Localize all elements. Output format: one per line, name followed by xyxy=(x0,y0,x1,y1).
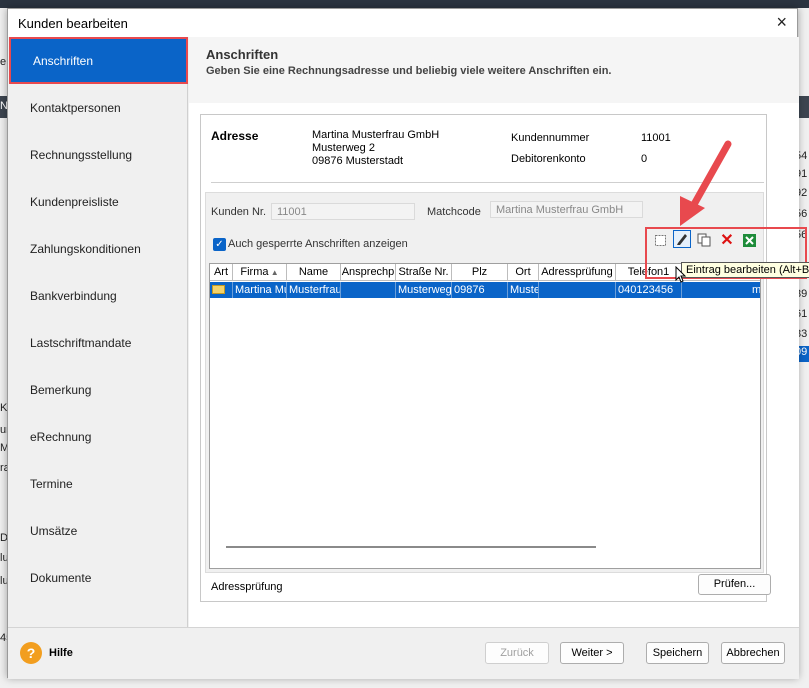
cell-adresspruefung[interactable] xyxy=(539,282,616,298)
sidebar-item-kundenpreisliste[interactable]: Kundenpreisliste xyxy=(8,178,188,225)
adresspruefung-label: Adressprüfung xyxy=(211,581,283,593)
sidebar-item-lastschriftmandate[interactable]: Lastschriftmandate xyxy=(8,319,188,366)
address-label: Adresse xyxy=(211,129,259,143)
dialog-footer: ? Hilfe Zurück Weiter > Speichern Abbrec… xyxy=(8,627,799,679)
sidebar-item-zahlungskonditionen[interactable]: Zahlungskonditionen xyxy=(8,225,188,272)
kunden-bearbeiten-dialog: Kunden bearbeiten × Anschriften Kontaktp… xyxy=(7,8,799,679)
cell-extra[interactable]: m xyxy=(750,282,760,298)
help-icon[interactable]: ? xyxy=(20,642,42,664)
address-line: 09876 Musterstadt xyxy=(312,155,404,167)
sidebar-nav: Anschriften Kontaktpersonen Rechnungsste… xyxy=(8,37,188,627)
weiter-button[interactable]: Weiter > xyxy=(560,642,624,664)
mail-icon xyxy=(210,282,233,298)
horizontal-scrollbar[interactable] xyxy=(226,546,596,548)
anschriften-grid: Art Firma ▲ Name Ansprechp Straße Nr. Pl… xyxy=(209,263,761,569)
show-locked-checkbox[interactable]: ✓ xyxy=(213,238,226,251)
tooltip: Eintrag bearbeiten (Alt+B) xyxy=(681,262,809,278)
help-label[interactable]: Hilfe xyxy=(49,647,73,659)
cell-name[interactable]: Musterfrau xyxy=(287,282,341,298)
column-header-art[interactable]: Art xyxy=(210,264,233,281)
sidebar-item-termine[interactable]: Termine xyxy=(8,460,188,507)
sidebar-item-bemerkung[interactable]: Bemerkung xyxy=(8,366,188,413)
column-header-plz[interactable]: Plz xyxy=(452,264,508,281)
section-title: Anschriften xyxy=(206,47,279,62)
cell-plz[interactable]: 09876 xyxy=(452,282,508,298)
column-header-name[interactable]: Name xyxy=(287,264,341,281)
sidebar-item-rechnungsstellung[interactable]: Rechnungsstellung xyxy=(8,131,188,178)
background-topbar xyxy=(0,0,809,8)
section-header: Anschriften Geben Sie eine Rechnungsadre… xyxy=(189,37,799,103)
debitorenkonto-value: 0 xyxy=(641,153,648,165)
matchcode-label: Matchcode xyxy=(427,206,481,218)
show-locked-label: Auch gesperrte Anschriften anzeigen xyxy=(228,238,408,250)
sidebar-item-kontaktpersonen[interactable]: Kontaktpersonen xyxy=(8,84,188,131)
cell-ort[interactable]: Muste xyxy=(508,282,539,298)
address-line: Musterweg 2 xyxy=(312,142,375,154)
pruefen-button[interactable]: Prüfen... xyxy=(698,574,771,595)
cell-telefon1[interactable]: 040123456 xyxy=(616,282,682,298)
kundennummer-value: 11001 xyxy=(641,132,671,144)
sidebar-item-anschriften[interactable]: Anschriften xyxy=(9,37,188,84)
kunden-nr-label: Kunden Nr. xyxy=(211,206,267,218)
mouse-cursor-icon xyxy=(675,266,687,283)
column-header-adresspruefung[interactable]: Adressprüfung xyxy=(539,264,616,281)
sort-icon: ▲ xyxy=(268,268,279,277)
address-lines: Martina Musterfrau GmbH Musterweg 2 0987… xyxy=(312,129,439,168)
address-line: Martina Musterfrau GmbH xyxy=(312,129,440,141)
speichern-button[interactable]: Speichern xyxy=(646,642,709,664)
column-header-strasse[interactable]: Straße Nr. xyxy=(396,264,452,281)
column-header-ansprechpartner[interactable]: Ansprechp xyxy=(341,264,396,281)
zurueck-button[interactable]: Zurück xyxy=(485,642,549,664)
debitorenkonto-label: Debitorenkonto xyxy=(511,153,586,165)
sidebar-item-umsaetze[interactable]: Umsätze xyxy=(8,507,188,554)
column-header-label: Firma xyxy=(240,266,269,278)
title-bar: Kunden bearbeiten × xyxy=(8,9,797,37)
abbrechen-button[interactable]: Abbrechen xyxy=(721,642,785,664)
cell-strasse[interactable]: Musterweg xyxy=(396,282,452,298)
content-area: Anschriften Geben Sie eine Rechnungsadre… xyxy=(189,37,799,627)
table-row[interactable]: Martina Mu Musterfrau Musterweg 09876 Mu… xyxy=(210,282,760,298)
sidebar-item-bankverbindung[interactable]: Bankverbindung xyxy=(8,272,188,319)
address-panel: Adresse Martina Musterfrau GmbH Musterwe… xyxy=(200,114,771,602)
sidebar-item-dokumente[interactable]: Dokumente xyxy=(8,554,188,601)
close-icon[interactable]: × xyxy=(776,12,787,33)
kundennummer-label: Kundennummer xyxy=(511,132,590,144)
cell-ansprechpartner[interactable] xyxy=(341,282,396,298)
column-header-ort[interactable]: Ort xyxy=(508,264,539,281)
cell-firma[interactable]: Martina Mu xyxy=(233,282,287,298)
divider xyxy=(211,182,764,183)
matchcode-field[interactable]: Martina Musterfrau GmbH xyxy=(490,201,643,218)
column-header-firma[interactable]: Firma ▲ xyxy=(233,264,287,281)
sidebar-item-erechnung[interactable]: eRechnung xyxy=(8,413,188,460)
window-title: Kunden bearbeiten xyxy=(18,16,128,31)
kunden-nr-field[interactable]: 11001 xyxy=(271,203,415,220)
section-subtitle: Geben Sie eine Rechnungsadresse und beli… xyxy=(206,65,612,77)
